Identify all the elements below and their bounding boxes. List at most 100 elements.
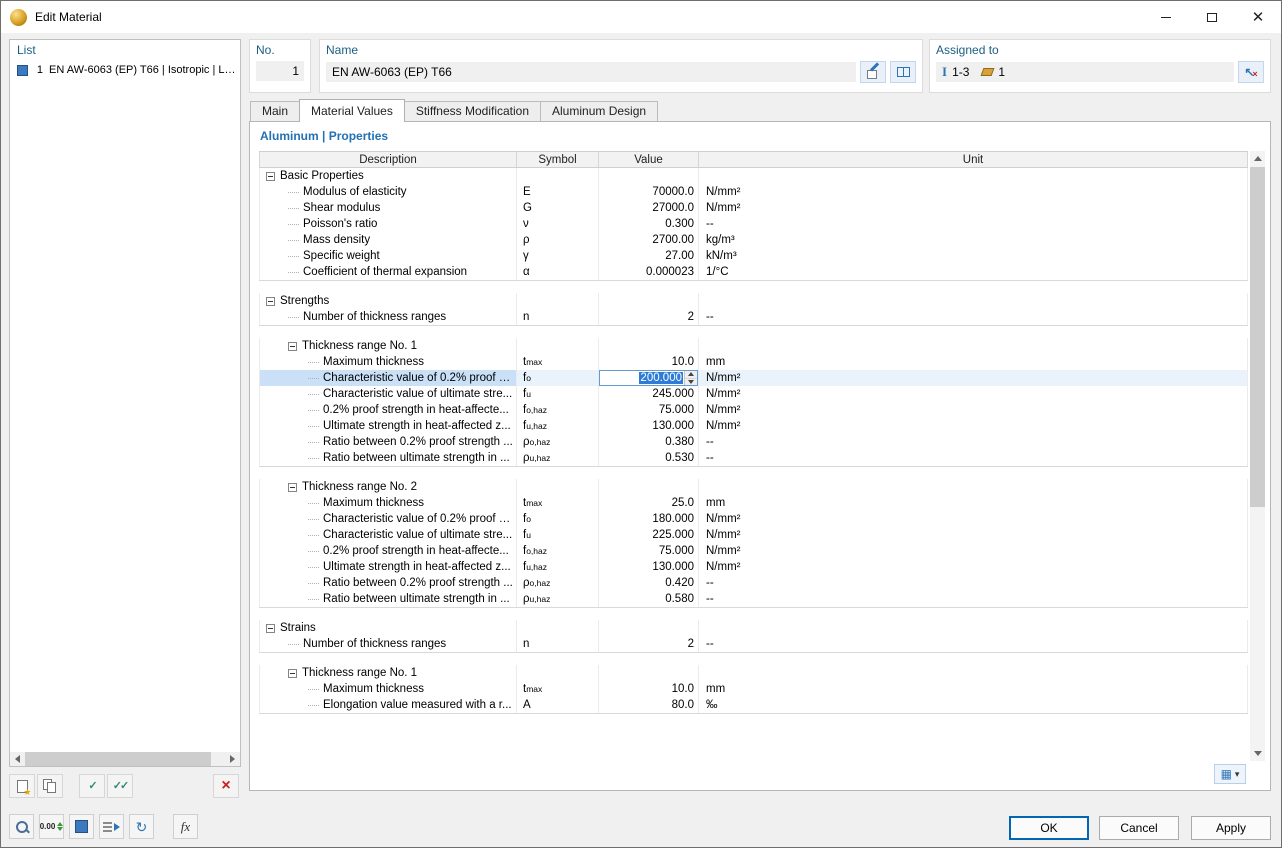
group-row[interactable]: Strengths xyxy=(259,293,1248,309)
tab-aluminum-design[interactable]: Aluminum Design xyxy=(540,101,658,121)
table-row[interactable]: Maximum thicknesstmax10.0mm xyxy=(259,681,1248,697)
table-vertical-scrollbar[interactable] xyxy=(1250,151,1265,761)
scroll-right-icon[interactable] xyxy=(225,752,240,766)
value-input[interactable]: 200.000 xyxy=(599,370,698,386)
table-row[interactable]: Maximum thicknesstmax25.0mm xyxy=(259,495,1248,511)
group-row[interactable]: Thickness range No. 1 xyxy=(259,338,1248,354)
value-cell[interactable] xyxy=(599,665,699,681)
close-button[interactable]: ✕ xyxy=(1235,1,1281,33)
description-cell[interactable]: Ratio between 0.2% proof strength ... xyxy=(259,434,517,450)
description-cell[interactable]: Thickness range No. 1 xyxy=(259,665,517,681)
table-row[interactable]: Characteristic value of 0.2% proof st...… xyxy=(259,511,1248,527)
value-cell[interactable]: 75.000 xyxy=(599,543,699,559)
material-library-button[interactable] xyxy=(890,61,916,83)
list-horizontal-scrollbar[interactable] xyxy=(10,752,240,766)
table-row[interactable]: Coefficient of thermal expansionα0.00002… xyxy=(259,264,1248,280)
table-row[interactable]: Ultimate strength in heat-affected z...f… xyxy=(259,559,1248,575)
description-cell[interactable]: Ultimate strength in heat-affected z... xyxy=(259,418,517,434)
table-row[interactable]: Ratio between 0.2% proof strength ...ρo,… xyxy=(259,575,1248,591)
apply-button[interactable]: Apply xyxy=(1191,816,1271,840)
table-row[interactable]: Modulus of elasticityE70000.0N/mm² xyxy=(259,184,1248,200)
value-cell[interactable]: 0.530 xyxy=(599,450,699,466)
tab-main[interactable]: Main xyxy=(250,101,300,121)
description-cell[interactable]: Number of thickness ranges xyxy=(259,309,517,325)
value-cell[interactable]: 2 xyxy=(599,309,699,325)
value-cell[interactable]: 180.000 xyxy=(599,511,699,527)
table-row[interactable]: Characteristic value of ultimate stre...… xyxy=(259,386,1248,402)
value-cell[interactable]: 0.420 xyxy=(599,575,699,591)
edit-comment-button[interactable] xyxy=(860,61,886,83)
table-row[interactable]: Ratio between 0.2% proof strength ...ρo,… xyxy=(259,434,1248,450)
value-cell[interactable]: 10.0 xyxy=(599,354,699,370)
collapse-icon[interactable] xyxy=(266,297,275,306)
minimize-button[interactable] xyxy=(1143,1,1189,33)
spin-up-icon[interactable] xyxy=(685,371,697,379)
delete-material-button[interactable]: × xyxy=(213,774,239,798)
table-row[interactable]: Mass densityρ2700.00kg/m³ xyxy=(259,232,1248,248)
description-cell[interactable]: Basic Properties xyxy=(259,168,517,184)
description-cell[interactable]: Maximum thickness xyxy=(259,495,517,511)
description-cell[interactable]: Characteristic value of ultimate stre... xyxy=(259,527,517,543)
description-cell[interactable]: Ratio between ultimate strength in ... xyxy=(259,591,517,607)
new-material-button[interactable]: ★ xyxy=(9,774,35,798)
group-row[interactable]: Thickness range No. 1 xyxy=(259,665,1248,681)
value-cell[interactable]: 80.0 xyxy=(599,697,699,713)
table-row[interactable]: Maximum thicknesstmax10.0mm xyxy=(259,354,1248,370)
description-cell[interactable]: Number of thickness ranges xyxy=(259,636,517,652)
value-cell[interactable]: 0.300 xyxy=(599,216,699,232)
description-cell[interactable]: Characteristic value of 0.2% proof st... xyxy=(259,370,517,386)
value-cell[interactable]: 0.000023 xyxy=(599,264,699,280)
value-cell[interactable] xyxy=(599,479,699,495)
value-spinner[interactable] xyxy=(684,371,697,385)
table-row[interactable]: Ratio between ultimate strength in ...ρu… xyxy=(259,591,1248,607)
table-row[interactable]: Poisson's ratioν0.300-- xyxy=(259,216,1248,232)
list-item[interactable]: 1EN AW-6063 (EP) T66 | Isotropic | Linea… xyxy=(11,61,239,79)
ok-button[interactable]: OK xyxy=(1009,816,1089,840)
group-row[interactable]: Basic Properties xyxy=(259,168,1248,184)
search-button[interactable] xyxy=(9,814,34,839)
description-cell[interactable]: Ultimate strength in heat-affected z... xyxy=(259,559,517,575)
description-cell[interactable]: Maximum thickness xyxy=(259,354,517,370)
group-row[interactable]: Thickness range No. 2 xyxy=(259,479,1248,495)
value-cell[interactable]: 130.000 xyxy=(599,418,699,434)
value-cell[interactable]: 245.000 xyxy=(599,386,699,402)
collapse-icon[interactable] xyxy=(266,624,275,633)
table-row[interactable]: Specific weightγ27.00kN/m³ xyxy=(259,248,1248,264)
description-cell[interactable]: 0.2% proof strength in heat-affecte... xyxy=(259,543,517,559)
description-cell[interactable]: Strengths xyxy=(259,293,517,309)
value-cell[interactable]: 75.000 xyxy=(599,402,699,418)
group-row[interactable]: Strains xyxy=(259,620,1248,636)
description-cell[interactable]: Thickness range No. 1 xyxy=(259,338,517,354)
table-row[interactable]: Ratio between ultimate strength in ...ρu… xyxy=(259,450,1248,466)
spin-down-icon[interactable] xyxy=(685,379,697,386)
description-cell[interactable]: Coefficient of thermal expansion xyxy=(259,264,517,280)
table-row[interactable]: Shear modulusG27000.0N/mm² xyxy=(259,200,1248,216)
table-row[interactable]: Characteristic value of 0.2% proof st...… xyxy=(259,370,1248,386)
collapse-icon[interactable] xyxy=(266,172,275,181)
scroll-up-icon[interactable] xyxy=(1250,151,1265,166)
description-cell[interactable]: Strains xyxy=(259,620,517,636)
accept-button[interactable]: ✓ xyxy=(79,774,105,798)
value-cell[interactable]: 130.000 xyxy=(599,559,699,575)
accept-all-button[interactable]: ✓✓ xyxy=(107,774,133,798)
copy-material-button[interactable] xyxy=(37,774,63,798)
description-cell[interactable]: Mass density xyxy=(259,232,517,248)
scroll-down-icon[interactable] xyxy=(1250,746,1265,761)
value-cell[interactable]: 27000.0 xyxy=(599,200,699,216)
refresh-button[interactable]: ↻ xyxy=(129,814,154,839)
description-cell[interactable]: 0.2% proof strength in heat-affecte... xyxy=(259,402,517,418)
collapse-icon[interactable] xyxy=(288,483,297,492)
table-row[interactable]: Characteristic value of ultimate stre...… xyxy=(259,527,1248,543)
description-cell[interactable]: Characteristic value of 0.2% proof st... xyxy=(259,511,517,527)
description-cell[interactable]: Shear modulus xyxy=(259,200,517,216)
table-row[interactable]: Number of thickness rangesn2-- xyxy=(259,636,1248,652)
value-cell[interactable] xyxy=(599,338,699,354)
formula-button[interactable]: fx xyxy=(173,814,198,839)
value-cell[interactable]: 0.380 xyxy=(599,434,699,450)
value-cell[interactable] xyxy=(599,168,699,184)
description-cell[interactable]: Specific weight xyxy=(259,248,517,264)
value-cell[interactable]: 25.0 xyxy=(599,495,699,511)
material-name-input[interactable]: EN AW-6063 (EP) T66 xyxy=(326,62,856,82)
value-cell[interactable]: 27.00 xyxy=(599,248,699,264)
collapse-icon[interactable] xyxy=(288,669,297,678)
